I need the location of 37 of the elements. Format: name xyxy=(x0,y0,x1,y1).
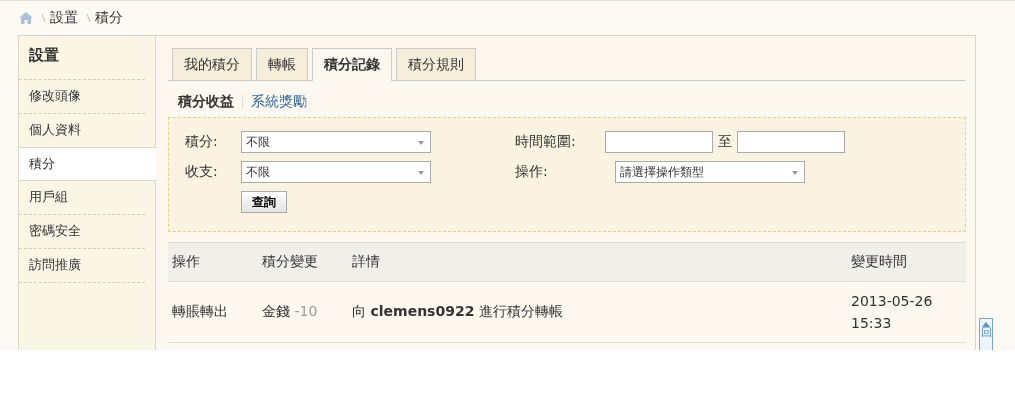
credit-amount: -10 xyxy=(294,303,318,319)
column-header: 詳情 xyxy=(351,253,381,271)
column-header: 積分變更 xyxy=(261,253,319,271)
range-separator: 至 xyxy=(718,133,732,151)
date-text: 2013-05-26 xyxy=(851,293,934,309)
sidebar-item[interactable]: 用戶組 xyxy=(19,181,145,215)
sidebar-item[interactable]: 密碼安全 xyxy=(19,215,145,249)
operation-select[interactable]: 請選擇操作類型 xyxy=(615,161,805,183)
sidebar-title: 設置 xyxy=(19,36,145,80)
tab[interactable]: 積分記錄 xyxy=(312,48,392,81)
table-cell-text: 轉賬轉出 xyxy=(171,303,229,321)
search-button[interactable]: 查詢 xyxy=(241,191,287,213)
time-text: 15:33 xyxy=(851,315,893,331)
table-cell: 金錢 xyxy=(262,303,290,319)
start-date-field[interactable] xyxy=(605,131,713,153)
sidebar-item[interactable]: 修改頭像 xyxy=(19,80,145,114)
field-label: 積分: xyxy=(185,133,219,151)
tab[interactable]: 我的積分 xyxy=(172,48,252,80)
column-header: 變更時間 xyxy=(850,253,908,271)
arrow-up-icon xyxy=(982,322,990,327)
subtab-link[interactable]: 積分收益 xyxy=(178,93,234,111)
field-label: 時間範圍: xyxy=(515,133,577,151)
end-date-field[interactable] xyxy=(737,131,845,153)
tab[interactable]: 轉帳 xyxy=(256,48,308,80)
breadcrumb-link[interactable]: 積分 xyxy=(95,9,123,27)
home-icon[interactable] xyxy=(19,12,33,24)
sidebar-item[interactable]: 積分 xyxy=(19,147,156,181)
field-label: 收支: xyxy=(185,163,219,181)
field-label: 操作: xyxy=(515,163,549,181)
column-header: 操作 xyxy=(171,253,201,271)
breadcrumb-link[interactable]: 設置 xyxy=(50,9,78,27)
type-select[interactable]: 不限 xyxy=(241,161,431,183)
sidebar-item[interactable]: 訪問推廣 xyxy=(19,249,145,283)
subtab-link[interactable]: 系統獎勵 xyxy=(251,93,307,111)
credit-select[interactable]: 不限 xyxy=(241,131,431,153)
tab[interactable]: 積分規則 xyxy=(396,48,476,80)
table-cell-text: 向 clemens0922 進行積分轉帳 xyxy=(351,303,564,321)
